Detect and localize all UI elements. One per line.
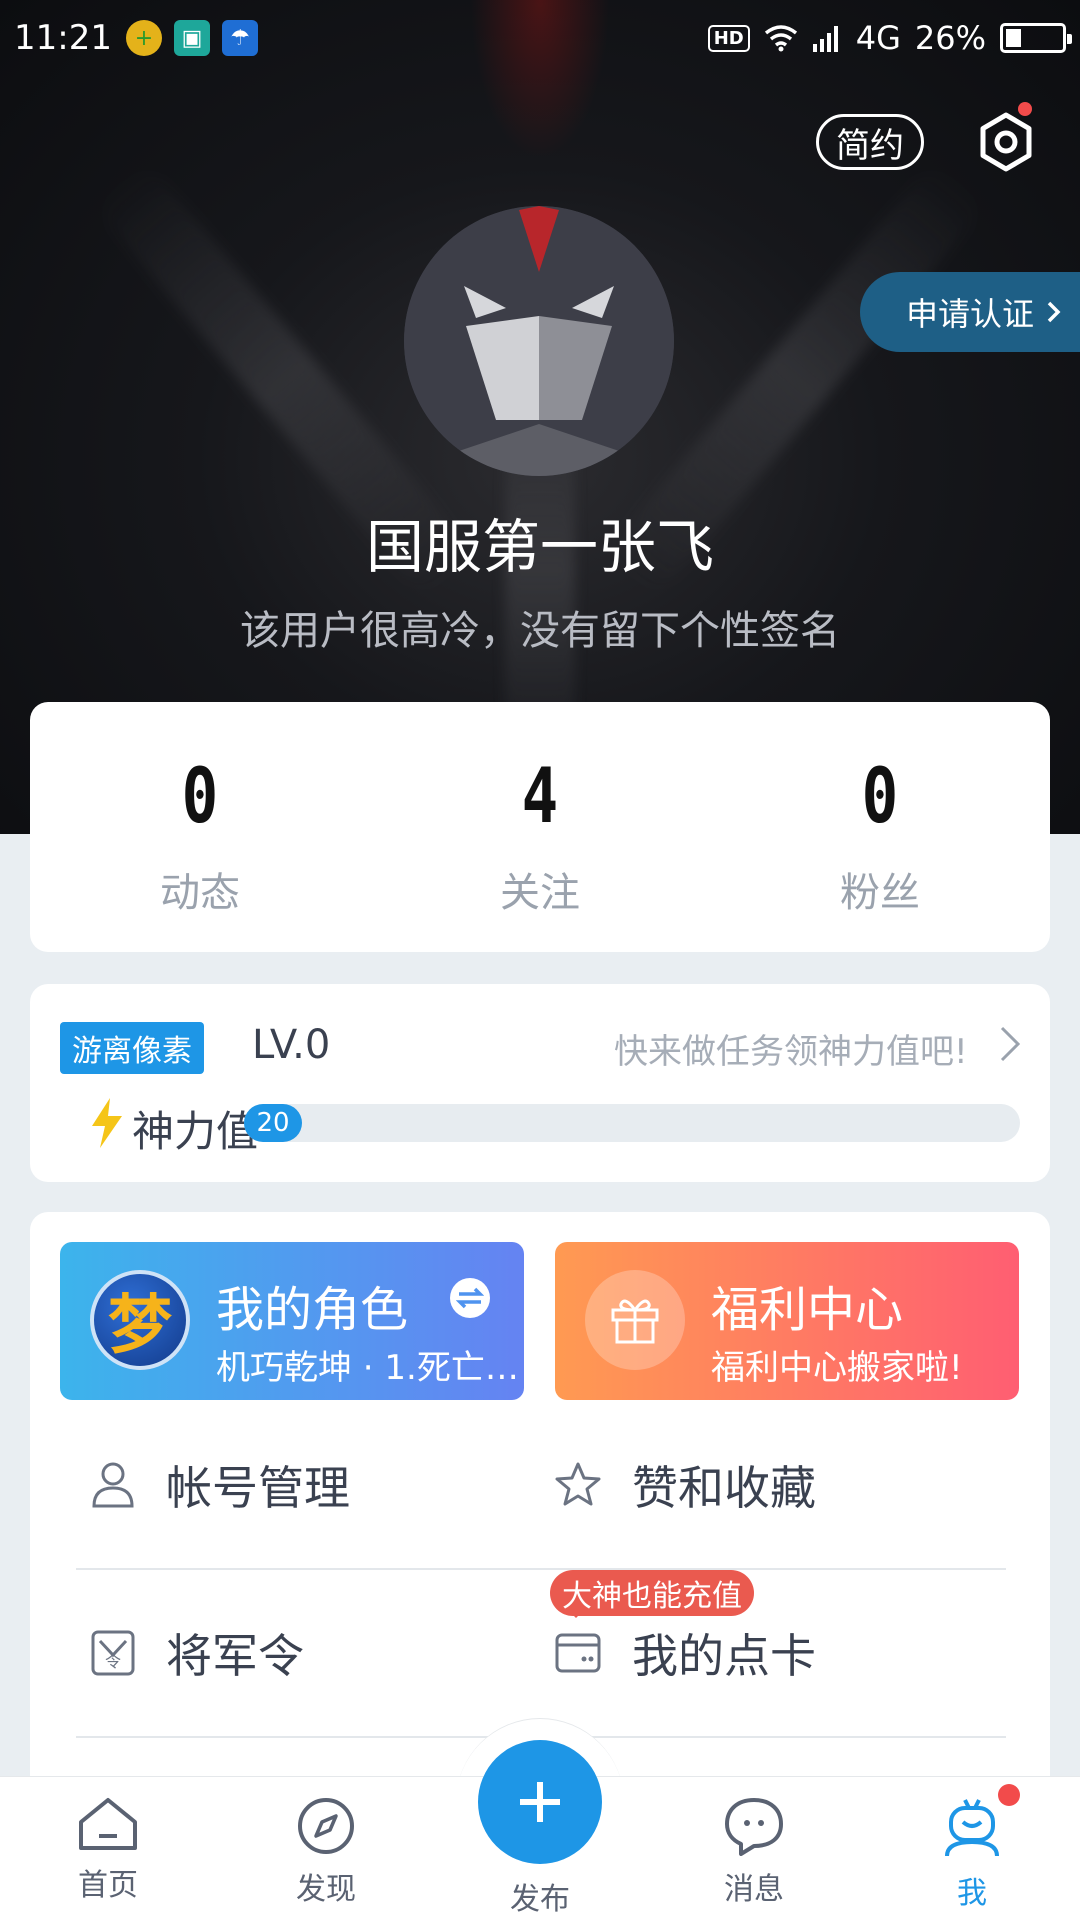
publish-button[interactable] xyxy=(478,1740,602,1864)
welfare-center-button[interactable]: 福利中心 福利中心搬家啦! xyxy=(555,1242,1019,1400)
my-role-button[interactable]: 梦 我的角色 机巧乾坤 · 1.死亡… xyxy=(60,1242,524,1400)
stat-label: 动态 xyxy=(160,870,240,916)
plus-icon xyxy=(520,1782,560,1822)
level-card[interactable]: 游离像素 LV.0 快来做任务领神力值吧! 神力值 20 xyxy=(30,984,1050,1182)
nav-me-label: 我 xyxy=(957,1876,987,1911)
network-type: 4G xyxy=(855,19,901,57)
game-logo-icon: 梦 xyxy=(90,1270,190,1370)
power-progress-fill: 20 xyxy=(244,1104,302,1142)
welfare-subtitle: 福利中心搬家啦! xyxy=(711,1348,963,1388)
user-signature: 该用户很高冷，没有留下个性签名 xyxy=(240,608,840,654)
chat-bubble-icon xyxy=(725,1798,783,1856)
stat-label: 关注 xyxy=(500,870,580,916)
wifi-icon xyxy=(764,25,797,52)
likes-favorites-label: 赞和收藏 xyxy=(632,1461,816,1515)
stat-label: 粉丝 xyxy=(840,870,920,916)
user-icon xyxy=(92,1462,134,1508)
stats-card: 0 动态 4 关注 0 粉丝 xyxy=(30,702,1050,952)
settings-notification-dot xyxy=(1018,102,1032,116)
stat-value: 0 xyxy=(181,751,219,840)
account-management-item[interactable]: 帐号管理 xyxy=(90,1452,350,1518)
role-title: 我的角色 xyxy=(216,1282,409,1338)
simple-mode-button[interactable]: 简约 xyxy=(816,114,924,170)
avatar[interactable] xyxy=(404,206,674,476)
general-token-item[interactable]: 令 将军令 xyxy=(90,1620,304,1686)
level-tag: 游离像素 xyxy=(60,1022,204,1074)
wallet-icon xyxy=(555,1633,601,1673)
stat-followers[interactable]: 0 粉丝 xyxy=(710,702,1050,952)
likes-favorites-item[interactable]: 赞和收藏 xyxy=(554,1452,816,1518)
stat-posts[interactable]: 0 动态 xyxy=(30,702,370,952)
signal-icon xyxy=(812,26,838,52)
certification-label: 申请认证 xyxy=(906,295,1035,333)
mask-avatar-image xyxy=(404,206,674,476)
nav-discover[interactable]: 发现 xyxy=(256,1796,396,1908)
compass-icon xyxy=(298,1798,354,1854)
nav-me[interactable]: 我 xyxy=(902,1796,1042,1912)
stat-value: 4 xyxy=(521,751,559,840)
level-value: LV.0 xyxy=(252,1022,331,1068)
username: 国服第一张飞 xyxy=(365,513,714,581)
weather-notification-icon: ☂ xyxy=(221,20,258,56)
chevron-right-icon[interactable] xyxy=(998,1024,1022,1064)
role-subtitle: 机巧乾坤 · 1.死亡… xyxy=(216,1348,516,1388)
chevron-right-icon xyxy=(1047,301,1061,323)
apply-certification-button[interactable]: 申请认证 xyxy=(860,272,1080,352)
nav-discover-label: 发现 xyxy=(296,1872,356,1907)
account-management-label: 帐号管理 xyxy=(166,1461,350,1515)
stat-value: 0 xyxy=(861,751,899,840)
power-progress-bar: 20 xyxy=(244,1104,1020,1142)
status-bar: 11:21 + ▣ ☂ HD 4G 26% xyxy=(0,0,1080,76)
general-token-label: 将军令 xyxy=(166,1629,304,1683)
power-label: 神力值 xyxy=(132,1107,259,1156)
home-icon xyxy=(79,1798,137,1850)
star-icon xyxy=(555,1462,601,1506)
recharge-promo-badge: 大神也能充值 xyxy=(550,1570,754,1618)
battery-icon xyxy=(1000,23,1072,53)
switch-icon[interactable] xyxy=(450,1278,490,1318)
nav-me-notification-dot xyxy=(998,1784,1020,1806)
task-hint: 快来做任务领神力值吧! xyxy=(614,1032,968,1072)
welfare-title: 福利中心 xyxy=(711,1282,904,1338)
nav-publish-label: 发布 xyxy=(510,1882,570,1917)
nav-messages[interactable]: 消息 xyxy=(684,1796,824,1908)
nav-home-label: 首页 xyxy=(78,1868,138,1903)
divider xyxy=(76,1568,1006,1570)
stat-following[interactable]: 4 关注 xyxy=(370,702,710,952)
hd-icon: HD xyxy=(707,24,750,52)
nav-messages-label: 消息 xyxy=(724,1872,784,1907)
my-points-card-item[interactable]: 我的点卡 xyxy=(554,1620,816,1686)
battery-percent: 26% xyxy=(914,19,986,57)
scan-notification-icon: ▣ xyxy=(173,20,210,56)
nav-home[interactable]: 首页 xyxy=(38,1796,178,1904)
my-points-card-label: 我的点卡 xyxy=(632,1629,816,1683)
status-time: 11:21 xyxy=(14,18,112,58)
app-notification-icon: + xyxy=(125,20,162,56)
gift-icon xyxy=(585,1270,685,1370)
settings-icon[interactable] xyxy=(976,112,1036,172)
power-value: 20 xyxy=(256,1108,290,1138)
lightning-icon xyxy=(92,1098,122,1148)
token-icon: 令 xyxy=(91,1630,135,1676)
svg-text:令: 令 xyxy=(105,1652,121,1671)
profile-robot-icon xyxy=(945,1799,999,1857)
